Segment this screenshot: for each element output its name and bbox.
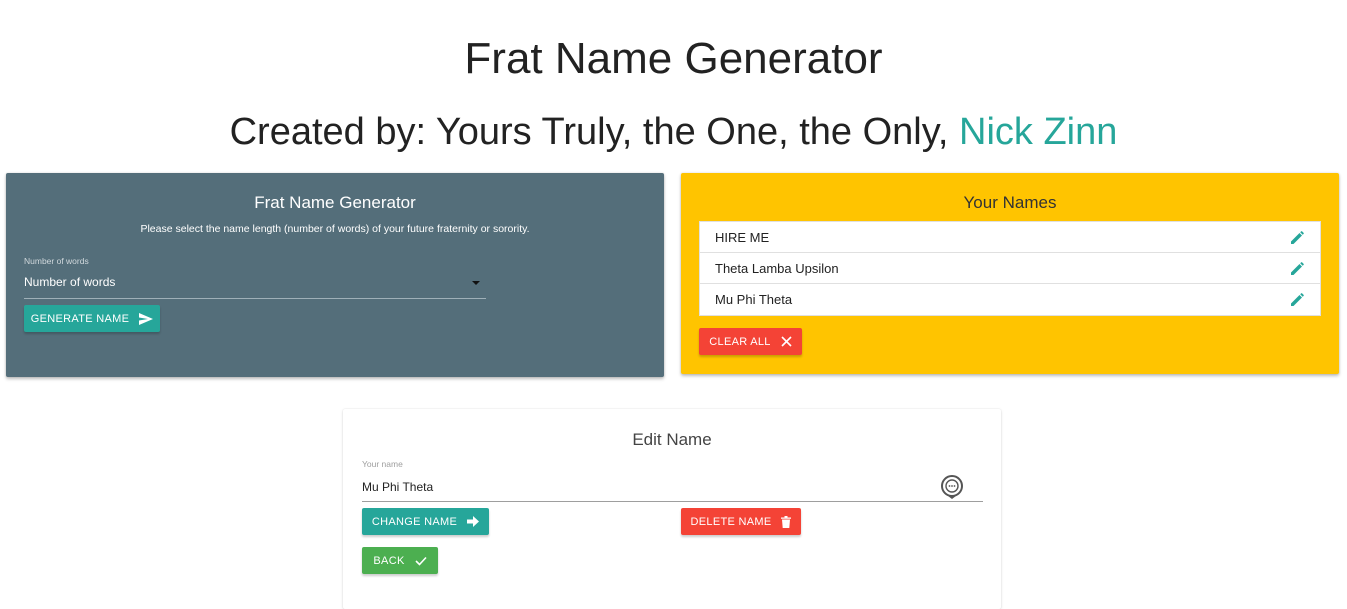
- arrow-right-icon: [467, 516, 480, 527]
- author-link[interactable]: Nick Zinn: [959, 111, 1117, 153]
- back-button[interactable]: BACK: [362, 547, 438, 574]
- chevron-down-icon: [472, 281, 480, 285]
- list-item[interactable]: HIRE ME: [700, 222, 1320, 253]
- change-name-label: CHANGE NAME: [371, 515, 458, 528]
- delete-name-label: DELETE NAME: [690, 515, 772, 528]
- list-item[interactable]: Theta Lamba Upsilon: [700, 253, 1320, 284]
- select-value: Number of words: [24, 275, 116, 289]
- close-icon: [781, 336, 792, 347]
- back-label: BACK: [373, 554, 405, 567]
- delete-name-button[interactable]: DELETE NAME: [681, 508, 801, 535]
- select-label: Number of words: [24, 256, 89, 266]
- generate-name-label: GENERATE NAME: [30, 312, 130, 325]
- name-input[interactable]: Mu Phi Theta: [362, 474, 983, 502]
- list-item[interactable]: Mu Phi Theta: [700, 284, 1320, 315]
- generate-name-button[interactable]: GENERATE NAME: [24, 305, 160, 332]
- subtitle-prefix: Created by: Yours Truly, the One, the On…: [229, 111, 960, 153]
- clear-all-button[interactable]: CLEAR ALL: [699, 328, 802, 355]
- check-icon: [415, 556, 427, 566]
- names-list: HIRE ME Theta Lamba Upsilon Mu Phi Theta: [699, 221, 1321, 316]
- trash-icon: [781, 515, 792, 528]
- pencil-icon[interactable]: [1290, 291, 1306, 307]
- name-field-label: Your name: [362, 459, 403, 469]
- generator-title: Frat Name Generator: [254, 193, 416, 212]
- name-text: Mu Phi Theta: [715, 292, 793, 307]
- edit-title: Edit Name: [632, 430, 712, 449]
- pencil-icon[interactable]: [1290, 260, 1306, 276]
- names-title: Your Names: [963, 193, 1057, 212]
- generator-description: Please select the name length (number of…: [140, 223, 530, 235]
- chat-bubble-icon[interactable]: [939, 474, 965, 500]
- generator-card: Frat Name Generator Please select the na…: [6, 173, 664, 377]
- number-of-words-select[interactable]: Number of words: [24, 271, 486, 299]
- page-subtitle: Created by: Yours Truly, the One, the On…: [0, 109, 1347, 155]
- name-text: Theta Lamba Upsilon: [715, 260, 839, 276]
- page-title: Frat Name Generator: [464, 34, 883, 83]
- name-input-value: Mu Phi Theta: [362, 480, 434, 494]
- send-icon: [139, 312, 154, 325]
- names-card: Your Names HIRE ME Theta Lamba Upsilon M…: [681, 173, 1339, 374]
- change-name-button[interactable]: CHANGE NAME: [362, 508, 489, 535]
- clear-all-label: CLEAR ALL: [709, 335, 771, 348]
- pencil-icon[interactable]: [1290, 229, 1306, 245]
- name-text: HIRE ME: [715, 229, 770, 245]
- edit-name-card: Edit Name Your name Mu Phi Theta CHANGE …: [343, 409, 1001, 609]
